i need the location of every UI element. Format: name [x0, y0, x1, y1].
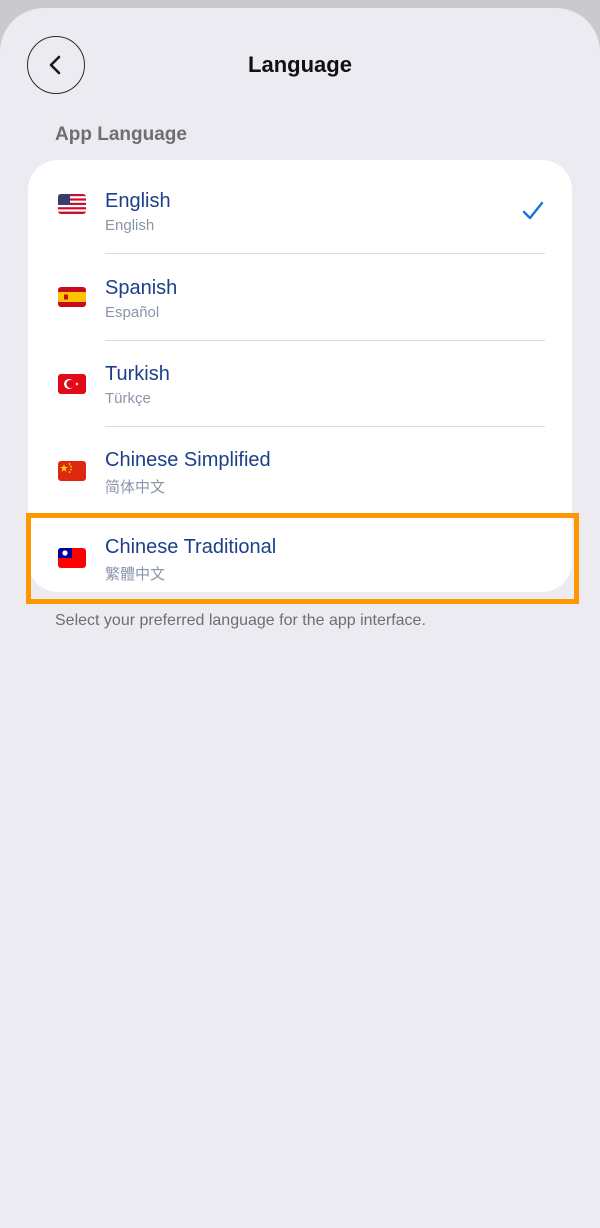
language-name: Chinese Simplified	[105, 449, 271, 471]
spain-flag-icon	[58, 287, 86, 307]
language-name: Turkish	[105, 363, 170, 385]
language-native-name: 简体中文	[105, 479, 166, 496]
language-screen: Language App Language English English Sp…	[0, 8, 600, 1228]
language-item-english[interactable]: English English	[28, 160, 572, 246]
footer-note: Select your preferred language for the a…	[55, 612, 426, 629]
turkey-flag-icon	[58, 374, 86, 394]
language-item-chinese-simplified[interactable]: Chinese Simplified 简体中文	[28, 427, 572, 513]
selection-highlight	[26, 513, 579, 604]
language-native-name: English	[105, 217, 155, 234]
language-item-spanish[interactable]: Spanish Español	[28, 254, 572, 340]
language-item-turkish[interactable]: Turkish Türkçe	[28, 341, 572, 427]
language-name: English	[105, 190, 171, 212]
language-native-name: Türkçe	[105, 390, 151, 407]
us-flag-icon	[58, 194, 86, 214]
china-flag-icon	[58, 461, 86, 481]
page-title: Language	[248, 52, 352, 77]
section-label: App Language	[55, 124, 187, 145]
language-native-name: Español	[105, 304, 160, 321]
checkmark-icon	[522, 201, 544, 220]
language-name: Spanish	[105, 277, 178, 299]
